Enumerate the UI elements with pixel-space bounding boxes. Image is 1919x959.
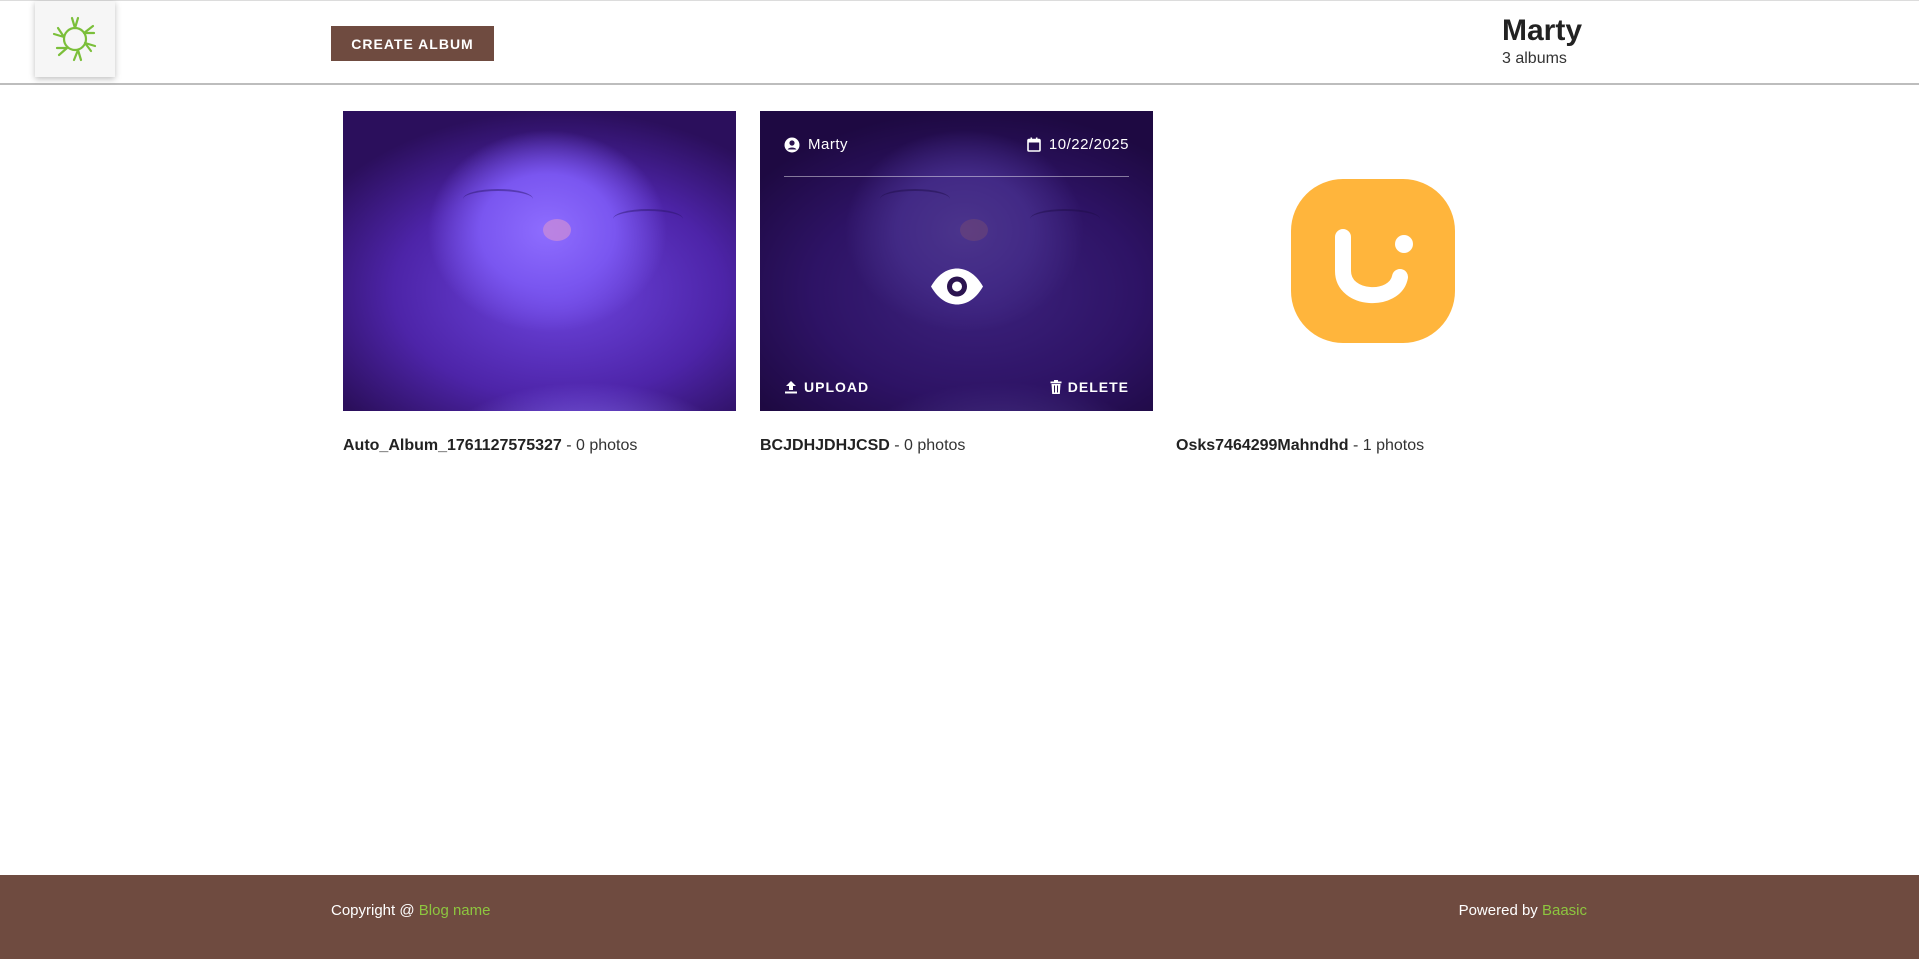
album-cover-image	[343, 111, 736, 411]
powered-by-text: Powered by Baasic	[1459, 902, 1587, 919]
album-thumbnail[interactable]	[343, 111, 736, 411]
album-author-name: Marty	[808, 136, 848, 153]
album-photo-count: - 1 photos	[1348, 437, 1425, 454]
album-title[interactable]: BCJDHJDHJCSD	[760, 437, 890, 454]
site-logo[interactable]	[35, 1, 115, 77]
album-count: 3 albums	[1502, 50, 1567, 67]
powered-prefix: Powered by	[1458, 902, 1542, 919]
delete-button[interactable]: DELETE	[1050, 379, 1129, 395]
upload-icon	[785, 381, 797, 394]
top-header: CREATE ALBUM Marty 3 albums	[0, 0, 1919, 85]
create-album-button[interactable]: CREATE ALBUM	[331, 26, 494, 61]
delete-label: DELETE	[1067, 379, 1129, 395]
blog-name-link[interactable]: Blog name	[419, 902, 491, 919]
album-photo-count: - 0 photos	[561, 437, 638, 454]
trash-icon	[1050, 380, 1062, 394]
album-date-text: 10/22/2025	[1048, 136, 1129, 153]
user-icon	[784, 137, 800, 152]
calendar-icon	[1027, 137, 1041, 152]
album-thumbnail[interactable]: Marty 10/22/2025 UPLOAD DELETE	[760, 111, 1153, 411]
album-thumbnail[interactable]	[1176, 111, 1569, 411]
logo-icon	[52, 16, 97, 62]
upload-button[interactable]: UPLOAD	[784, 379, 869, 395]
album-photo-count: - 0 photos	[889, 437, 966, 454]
album-card[interactable]: Marty 10/22/2025 UPLOAD DELETE BCJDHJDHJ…	[760, 111, 1153, 455]
album-caption: Auto_Album_1761127575327 - 0 photos	[343, 437, 736, 455]
album-title[interactable]: Osks7464299Mahndhd	[1176, 437, 1349, 454]
album-author: Marty	[784, 136, 848, 153]
album-hover-overlay: Marty 10/22/2025 UPLOAD DELETE	[760, 111, 1153, 411]
user-name[interactable]: Marty	[1502, 13, 1582, 49]
placeholder-smile-logo	[1290, 179, 1455, 343]
copyright-prefix: Copyright @	[331, 902, 419, 919]
page-footer: Copyright @ Blog name Powered by Baasic	[0, 875, 1919, 959]
copyright-text: Copyright @ Blog name	[331, 902, 490, 919]
album-title[interactable]: Auto_Album_1761127575327	[343, 437, 562, 454]
user-summary: Marty 3 albums	[1502, 13, 1582, 69]
baasic-link[interactable]: Baasic	[1542, 902, 1587, 919]
view-album-button[interactable]	[929, 268, 985, 311]
eye-icon	[930, 268, 983, 305]
album-caption: BCJDHJDHJCSD - 0 photos	[760, 437, 1153, 455]
album-card[interactable]: Osks7464299Mahndhd - 1 photos	[1176, 111, 1569, 455]
album-card[interactable]: Auto_Album_1761127575327 - 0 photos	[343, 111, 736, 455]
upload-label: UPLOAD	[804, 379, 870, 395]
album-date: 10/22/2025	[1027, 136, 1129, 153]
album-caption: Osks7464299Mahndhd - 1 photos	[1176, 437, 1569, 455]
